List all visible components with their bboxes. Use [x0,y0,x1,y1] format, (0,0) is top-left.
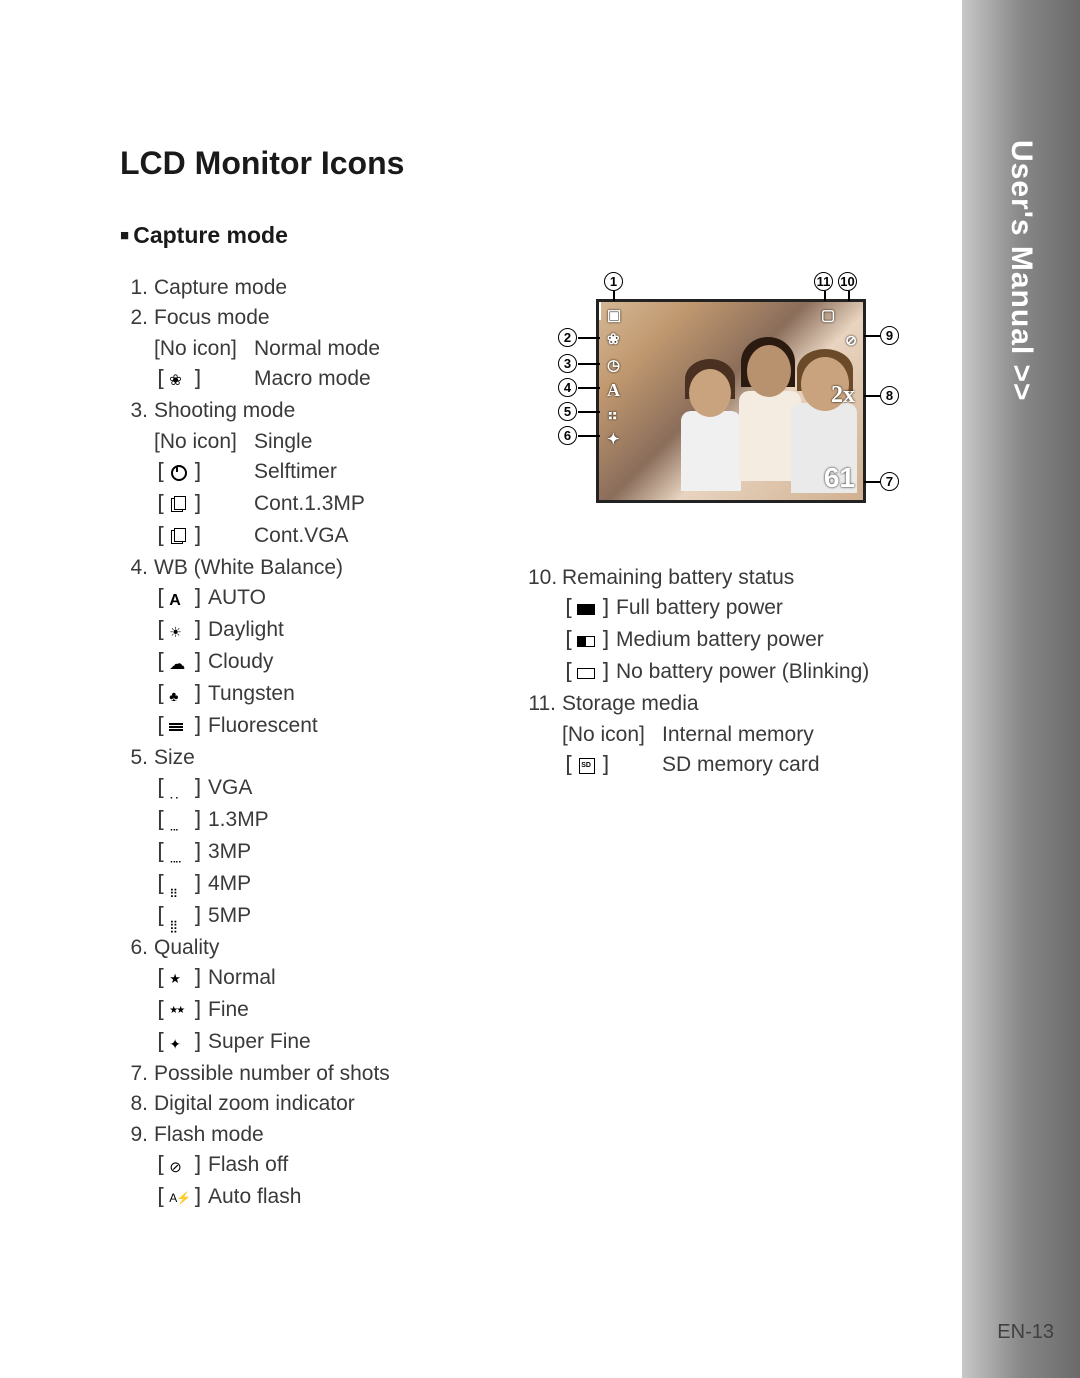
callout-11: 11 [814,272,833,291]
callout-3: 3 [558,354,577,373]
callout-2: 2 [558,328,577,347]
battery-full-icon [577,601,597,617]
callout-1: 1 [604,272,623,291]
no-icon-label: [No icon] [154,334,254,364]
size-4mp-icon [169,877,189,893]
no-icon-label: [No icon] [154,427,254,457]
sd-card-icon [577,758,597,774]
item-zoom: Digital zoom indicator [154,1089,355,1119]
lcd-diagram: ▣ ❀ ◷ A ⠶ ✦ ▢ ⊘ 2x 61 1 2 3 4 5 [528,273,908,533]
quality-superfine-icon [169,1035,189,1051]
quality-normal-icon [169,971,189,987]
right-column: ▣ ❀ ◷ A ⠶ ✦ ▢ ⊘ 2x 61 1 2 3 4 5 [528,273,928,782]
screen-wb-icon: A [607,380,620,401]
item-battery: Remaining battery status [562,563,794,593]
item-focus-mode: Focus mode [154,303,270,333]
size-vga-icon [169,781,189,797]
callout-8: 8 [880,386,899,405]
callout-4: 4 [558,378,577,397]
size-3mp-icon [169,845,189,861]
left-column: 1.Capture mode 2.Focus mode [No icon]Nor… [120,273,498,1214]
page-number: EN-13 [997,1321,1054,1344]
item-flash: Flash mode [154,1120,264,1150]
wb-tungsten-icon [169,687,189,703]
screen-storage-icon: ▢ [821,306,835,320]
wb-auto-icon [169,591,189,607]
callout-10: 10 [838,272,857,291]
flash-auto-icon [169,1190,189,1206]
no-icon-label: [No icon] [562,720,662,750]
screen-zoom-value: 2x [831,382,855,409]
wb-cloudy-icon [169,655,189,671]
callout-6: 6 [558,426,577,445]
selftimer-icon [169,465,189,481]
size-5mp-icon [169,909,189,925]
quality-fine-icon [169,1003,189,1019]
flash-off-icon [169,1158,189,1174]
battery-medium-icon [577,633,597,649]
callout-5: 5 [558,402,577,421]
screen-macro-icon: ❀ [607,330,620,348]
sidebar: User's Manual >> [962,0,1080,1378]
screen-battery-icon [599,301,601,320]
screen-count-value: 61 [824,462,855,494]
continuous-icon [169,529,189,545]
screen-quality-icon: ✦ [607,430,620,448]
battery-empty-icon [577,665,597,681]
callout-9: 9 [880,326,899,345]
wb-daylight-icon [169,623,189,639]
item-quality: Quality [154,933,219,963]
screen-size-icon: ⠶ [607,406,618,424]
sidebar-title: User's Manual >> [1004,140,1038,402]
size-1mp-icon [169,813,189,829]
item-shot-count: Possible number of shots [154,1059,390,1089]
item-shooting-mode: Shooting mode [154,396,295,426]
page-title: LCD Monitor Icons [120,145,940,182]
screen-camera-icon: ▣ [607,306,621,324]
item-storage: Storage media [562,689,699,719]
lcd-screen: ▣ ❀ ◷ A ⠶ ✦ ▢ ⊘ 2x 61 [596,299,866,503]
screen-timer-icon: ◷ [607,356,620,374]
item-capture-mode: Capture mode [154,273,287,303]
item-size: Size [154,743,195,773]
callout-7: 7 [880,472,899,491]
wb-fluorescent-icon [169,719,189,735]
continuous-icon [169,497,189,513]
section-title: Capture mode [120,222,940,249]
screen-flash-icon: ⊘ [845,332,857,349]
macro-icon [169,372,189,388]
page-content: LCD Monitor Icons Capture mode 1.Capture… [120,145,940,1214]
item-white-balance: WB (White Balance) [154,553,343,583]
